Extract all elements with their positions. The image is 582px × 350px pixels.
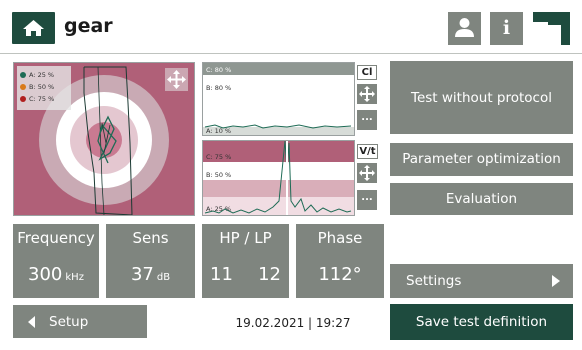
- frequency-tile[interactable]: Frequency 300 kHz: [13, 224, 99, 298]
- test-without-protocol-button[interactable]: Test without protocol: [390, 61, 573, 134]
- user-icon: [455, 18, 474, 37]
- cl-plot[interactable]: C: 80 % B: 80 % A: 10 %: [202, 62, 355, 136]
- more-icon: ...: [361, 112, 373, 123]
- home-icon: [23, 20, 44, 36]
- setup-button[interactable]: Setup: [13, 305, 147, 338]
- settings-label: Settings: [406, 273, 462, 289]
- legend-item-b: B: 50 %: [20, 81, 68, 93]
- cl-more-button[interactable]: ...: [357, 110, 377, 130]
- cl-tick-b: B: 80 %: [206, 84, 232, 92]
- setup-label: Setup: [49, 314, 89, 330]
- header-divider: [0, 53, 582, 54]
- vt-more-button[interactable]: ...: [357, 190, 377, 210]
- sens-label: Sens: [132, 229, 169, 247]
- save-test-definition-label: Save test definition: [415, 314, 548, 330]
- vt-plot[interactable]: C: 75 % B: 50 % A: 25 %: [202, 140, 355, 216]
- evaluation-label: Evaluation: [445, 191, 518, 207]
- move-arrows-icon: [359, 165, 375, 181]
- vt-tick-c: C: 75 %: [206, 153, 232, 161]
- hp-lp-tile[interactable]: HP / LP 11 12: [202, 224, 289, 298]
- frequency-label: Frequency: [17, 229, 95, 247]
- test-without-protocol-label: Test without protocol: [411, 90, 552, 106]
- info-button[interactable]: i: [490, 12, 523, 45]
- move-arrows-icon[interactable]: [165, 68, 188, 91]
- parameter-optimization-label: Parameter optimization: [402, 151, 561, 167]
- parameter-optimization-button[interactable]: Parameter optimization: [390, 143, 573, 176]
- plot-legend: A: 25 % B: 50 % C: 75 %: [17, 66, 71, 110]
- phase-label: Phase: [317, 229, 363, 247]
- hp-lp-label: HP / LP: [219, 229, 272, 247]
- save-test-definition-button[interactable]: Save test definition: [390, 304, 573, 340]
- sens-value: 37 dB: [130, 264, 171, 285]
- cl-move-button[interactable]: [357, 84, 377, 104]
- impedance-plot[interactable]: A: 25 % B: 50 % C: 75 %: [13, 62, 195, 216]
- vt-mode-label: V/t: [359, 146, 376, 157]
- lp-value: 12: [258, 264, 281, 285]
- page-title: gear: [64, 15, 113, 37]
- brand-logo: [533, 12, 570, 45]
- legend-item-a: A: 25 %: [20, 69, 68, 81]
- vt-mode-tag[interactable]: V/t: [357, 144, 378, 159]
- cl-tick-c: C: 80 %: [206, 66, 232, 74]
- user-button[interactable]: [448, 12, 481, 45]
- evaluation-button[interactable]: Evaluation: [390, 183, 573, 215]
- cl-mode-label: Cl: [361, 67, 373, 78]
- phase-value: 112°: [318, 264, 362, 285]
- cl-tick-a: A: 10 %: [206, 127, 232, 135]
- home-button[interactable]: [12, 12, 55, 44]
- vt-tick-a: A: 25 %: [206, 205, 232, 213]
- settings-button[interactable]: Settings: [390, 264, 573, 298]
- cl-mode-tag[interactable]: Cl: [357, 65, 377, 80]
- vt-tick-b: B: 50 %: [206, 171, 232, 179]
- frequency-value: 300 kHz: [28, 264, 84, 285]
- date-time: 19.02.2021 | 19:27: [235, 316, 351, 330]
- legend-item-c: C: 75 %: [20, 93, 68, 105]
- move-arrows-icon: [359, 86, 375, 102]
- phase-tile[interactable]: Phase 112°: [296, 224, 384, 298]
- vt-move-button[interactable]: [357, 163, 377, 183]
- more-icon: ...: [361, 192, 373, 203]
- sens-tile[interactable]: Sens 37 dB: [106, 224, 195, 298]
- chevron-right-icon: [552, 275, 560, 287]
